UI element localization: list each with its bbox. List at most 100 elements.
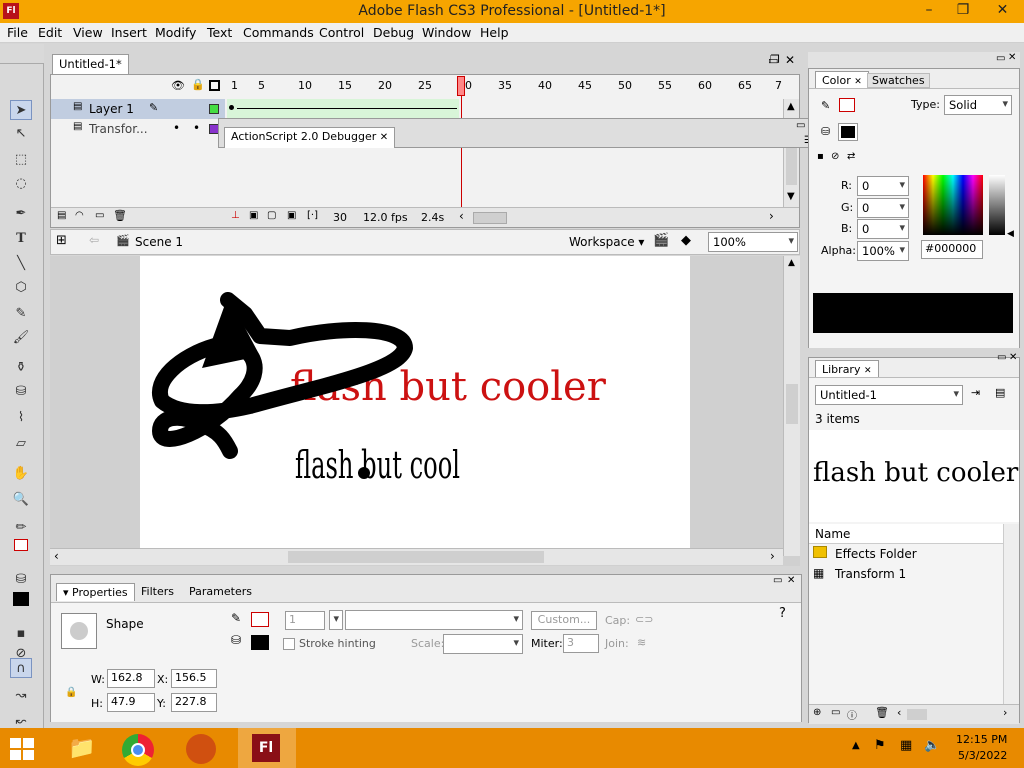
layer-row-transform[interactable]: ▤ Transfor... • • — [51, 119, 225, 139]
scroll-thumb[interactable] — [786, 147, 797, 185]
clock-time[interactable]: 12:15 PM — [956, 733, 1007, 746]
selection-tool-icon[interactable]: ➤ — [10, 100, 32, 120]
new-symbol-icon[interactable]: ⊕ — [813, 707, 821, 718]
panel-close-icon[interactable]: ✕ — [787, 575, 795, 586]
hex-input[interactable]: #000000 — [921, 240, 983, 259]
scroll-right-icon[interactable]: › — [770, 549, 775, 563]
panel-minimize-icon[interactable]: ▭ — [997, 352, 1006, 363]
frame-number[interactable]: 65 — [738, 79, 752, 92]
type-select[interactable]: Solid — [944, 95, 1012, 115]
brush-tool-icon[interactable]: 🖌 — [10, 328, 32, 348]
no-color-icon[interactable]: ⊘ — [831, 151, 839, 162]
height-input[interactable]: 47.9 — [107, 693, 155, 712]
tab-parameters[interactable]: Parameters — [189, 585, 252, 598]
default-colors-icon[interactable]: ▪ — [10, 624, 32, 644]
brightness-arrow-icon[interactable]: ◀ — [1007, 229, 1014, 239]
panel-close-icon[interactable]: ✕ — [1008, 52, 1016, 63]
tab-filters[interactable]: Filters — [141, 585, 174, 598]
panel-close-icon[interactable]: ✕ — [1009, 352, 1017, 363]
eraser-tool-icon[interactable]: ▱ — [10, 434, 32, 454]
zoom-select[interactable]: 100% — [708, 232, 798, 252]
delete-icon[interactable]: 🗑 — [875, 706, 889, 719]
frame-number[interactable]: 1 — [231, 79, 238, 92]
subselection-tool-icon[interactable]: ↖ — [10, 124, 32, 144]
join-select-icon[interactable]: ≋ — [637, 636, 646, 649]
width-input[interactable]: 162.8 — [107, 669, 155, 688]
x-input[interactable]: 156.5 — [171, 669, 217, 688]
windows-start-icon[interactable] — [8, 736, 36, 762]
file-explorer-icon[interactable]: 📁 — [60, 732, 104, 766]
stroke-hinting-checkbox[interactable] — [283, 638, 295, 650]
scroll-left-icon[interactable]: ‹ — [54, 549, 59, 563]
frame-number[interactable]: 10 — [298, 79, 312, 92]
ink-bottle-tool-icon[interactable]: ⚱ — [10, 358, 32, 378]
help-icon[interactable]: ? — [779, 606, 786, 621]
name-column-header[interactable]: Name — [809, 524, 1003, 544]
library-vscroll[interactable] — [1003, 524, 1019, 704]
fill-color-swatch-icon[interactable] — [10, 592, 32, 612]
frame-number[interactable]: 60 — [698, 79, 712, 92]
lock-proportions-icon[interactable]: 🔒 — [65, 687, 77, 698]
miter-input[interactable]: 3 — [563, 634, 599, 653]
menu-help[interactable]: Help — [480, 25, 509, 40]
timeline-scroll-thumb[interactable] — [473, 212, 507, 224]
edit-scene-icon[interactable]: 🎬 — [653, 233, 669, 248]
brightness-slider[interactable] — [989, 175, 1005, 235]
pen-tool-icon[interactable]: ✒ — [10, 204, 32, 224]
menu-control[interactable]: Control — [319, 25, 364, 40]
layer-color-swatch[interactable] — [209, 104, 219, 114]
line-tool-icon[interactable]: ╲ — [10, 254, 32, 274]
scroll-left-icon[interactable]: ‹ — [897, 706, 901, 719]
modify-markers-icon[interactable]: [·] — [307, 210, 318, 221]
stroke-size-input[interactable]: 1 — [285, 611, 325, 630]
snap-to-objects-icon[interactable]: ∩ — [10, 658, 32, 678]
menu-edit[interactable]: Edit — [38, 25, 62, 40]
stroke-color-icon[interactable]: ✏ — [10, 518, 32, 538]
text-tool-icon[interactable]: T — [10, 229, 32, 249]
library-document-select[interactable]: Untitled-1 — [815, 385, 963, 405]
frame-number[interactable]: 50 — [618, 79, 632, 92]
close-button[interactable]: ✕ — [981, 0, 1024, 23]
stage-canvas[interactable]: flash but cooler flash but cool — [140, 256, 690, 548]
new-folder-icon[interactable]: ▭ — [831, 707, 840, 718]
tab-properties[interactable]: ▾ Properties — [56, 583, 135, 601]
show-hidden-icons[interactable]: ▲ — [852, 740, 860, 751]
timeline-toggle-icon[interactable]: ⊞ — [56, 233, 67, 248]
scroll-down-icon[interactable]: ▼ — [787, 191, 795, 202]
frame-ruler[interactable]: 1 5 10 15 20 25 30 35 40 45 50 55 60 65 7 — [227, 75, 785, 95]
list-item[interactable]: Effects Folder — [809, 544, 1003, 564]
fill-stroke-swatch-icon[interactable] — [10, 538, 32, 558]
new-library-panel-icon[interactable]: ▤ — [995, 386, 1005, 399]
close-icon[interactable]: ✕ — [380, 132, 388, 143]
panel-minimize-icon[interactable]: ▭ — [996, 53, 1005, 64]
green-input[interactable]: 0 — [857, 198, 909, 218]
fill-bucket-icon[interactable]: ⛁ — [10, 570, 32, 590]
ubuntu-icon[interactable] — [186, 734, 216, 764]
swap-colors-icon[interactable]: ⇄ — [847, 151, 855, 162]
frame-number[interactable]: 15 — [338, 79, 352, 92]
stroke-color-swatch[interactable] — [839, 98, 855, 112]
properties-icon[interactable]: ⓘ — [847, 707, 857, 722]
frame-rate[interactable]: 12.0 fps — [363, 211, 408, 224]
stage-hscroll[interactable]: ‹ › — [50, 548, 783, 565]
color-spectrum[interactable] — [923, 175, 983, 235]
pencil-tool-icon[interactable]: ✎ — [10, 304, 32, 324]
volume-icon[interactable]: 🔈 — [924, 738, 940, 753]
scroll-up-icon[interactable]: ▲ — [788, 258, 795, 268]
back-arrow-icon[interactable]: ⇦ — [89, 233, 99, 247]
timeline-vscroll[interactable]: ▲ ▼ — [783, 99, 799, 207]
frame-number[interactable]: 20 — [378, 79, 392, 92]
tab-swatches[interactable]: Swatches — [867, 73, 930, 88]
panel-minimize-icon[interactable]: ▭ — [773, 575, 782, 586]
pin-library-icon[interactable]: ⇥ — [971, 386, 980, 399]
action-center-icon[interactable]: ⚑ — [874, 738, 886, 753]
document-tab[interactable]: Untitled-1* — [52, 54, 129, 74]
y-input[interactable]: 227.8 — [171, 693, 217, 712]
list-item[interactable]: ▦ Transform 1 — [809, 564, 1003, 584]
alpha-input[interactable]: 100% — [857, 241, 909, 261]
menu-insert[interactable]: Insert — [111, 25, 147, 40]
layer-name[interactable]: Transfor... — [89, 122, 148, 136]
scroll-up-icon[interactable]: ▲ — [787, 101, 795, 112]
chrome-icon[interactable] — [122, 734, 154, 766]
network-icon[interactable]: ▦ — [900, 738, 912, 753]
